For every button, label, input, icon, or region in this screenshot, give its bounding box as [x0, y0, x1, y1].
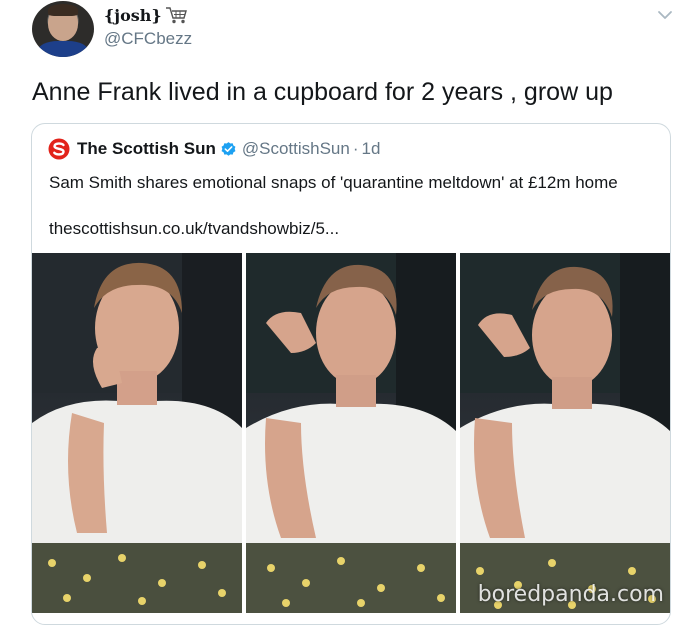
quoted-source-name[interactable]: The Scottish Sun — [77, 139, 216, 159]
chevron-down-icon[interactable] — [656, 8, 674, 22]
photo-2[interactable] — [246, 253, 456, 613]
quoted-tweet-card[interactable]: The Scottish Sun @ScottishSun · 1d Sam S… — [31, 123, 671, 625]
avatar-shirt — [38, 41, 88, 57]
author-display-name-row[interactable]: {josh} — [104, 5, 189, 25]
scottish-sun-logo-icon — [48, 138, 70, 160]
author-handle[interactable]: @CFCbezz — [104, 29, 192, 49]
avatar-hair — [48, 4, 78, 16]
photo-2-drawing — [246, 253, 456, 613]
verified-badge-icon — [221, 141, 236, 156]
photo-1[interactable] — [32, 253, 242, 613]
quoted-tweet-header: The Scottish Sun @ScottishSun · 1d — [48, 138, 380, 160]
author-avatar[interactable] — [32, 1, 94, 57]
quoted-tweet-text: Sam Smith shares emotional snaps of 'qua… — [49, 173, 618, 192]
shopping-cart-icon — [165, 7, 187, 24]
watermark: boredpanda.com — [477, 582, 664, 607]
tweet: {josh} @CFCbezz Anne Frank lived in a cu… — [0, 0, 700, 625]
quoted-handle[interactable]: @ScottishSun — [242, 139, 350, 159]
photo-3[interactable]: boredpanda.com — [460, 253, 670, 613]
tweet-text: Anne Frank lived in a cupboard for 2 yea… — [32, 78, 613, 106]
quoted-timestamp[interactable]: 1d — [362, 139, 381, 159]
photo-1-drawing — [32, 253, 242, 613]
photo-3-drawing — [460, 253, 670, 613]
quoted-separator: · — [352, 139, 359, 158]
author-display-name[interactable]: {josh} — [104, 6, 162, 25]
photo-grid: boredpanda.com — [32, 253, 670, 613]
quoted-tweet-link[interactable]: thescottishsun.co.uk/tvandshowbiz/5... — [49, 219, 339, 239]
